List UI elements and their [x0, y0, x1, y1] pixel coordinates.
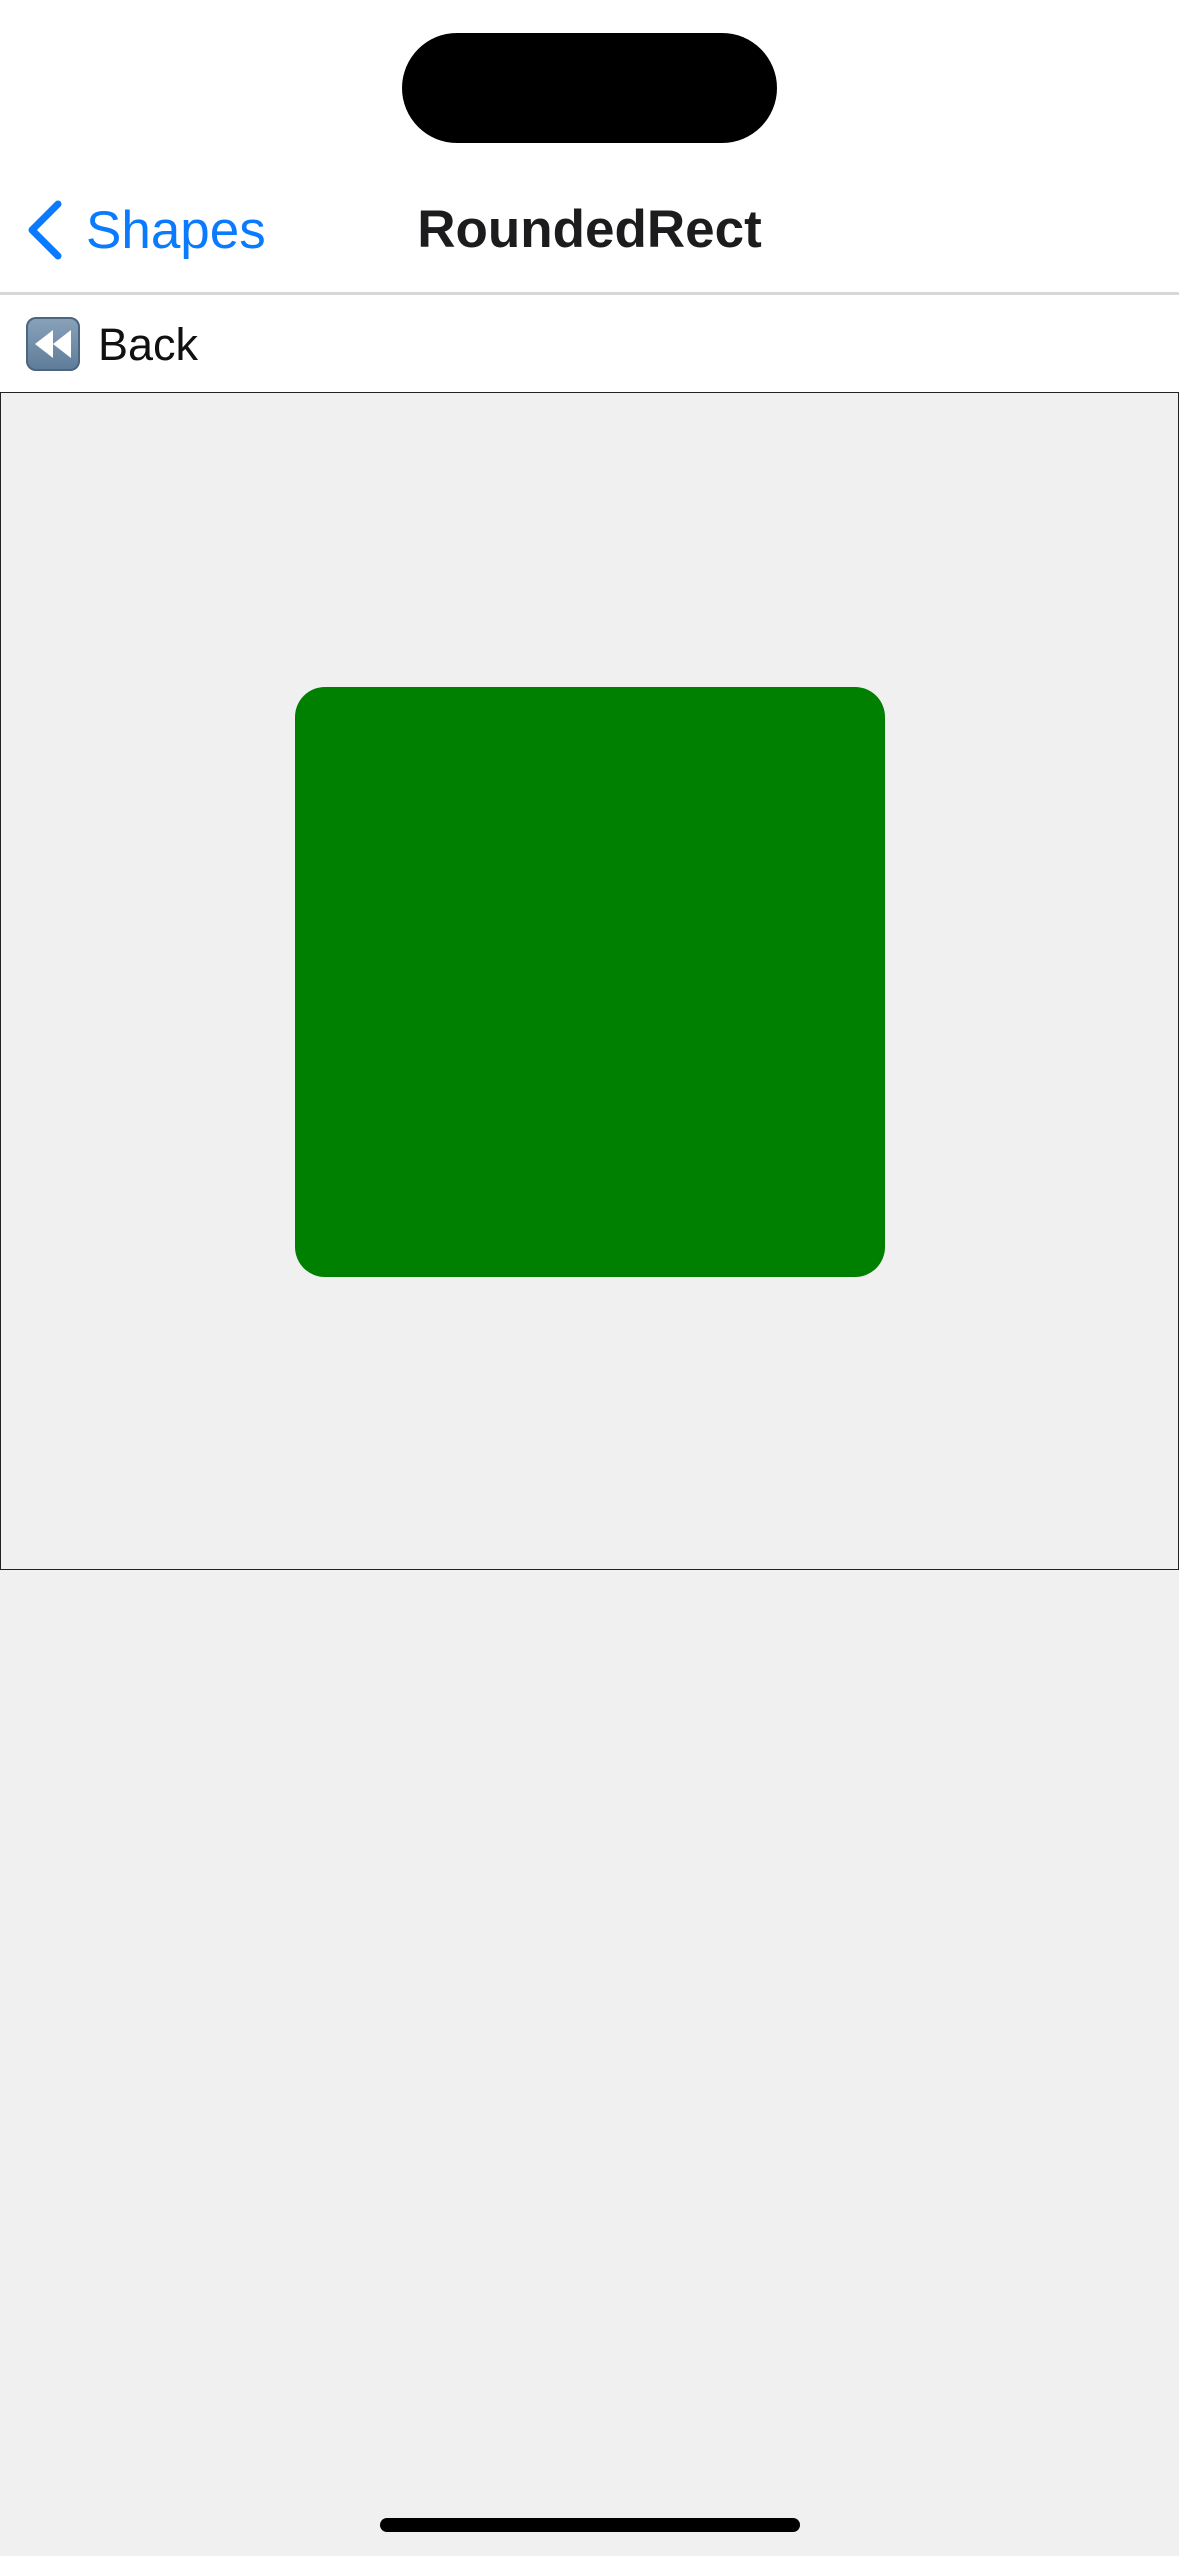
rewind-icon — [26, 317, 80, 371]
dynamic-island — [402, 33, 777, 143]
status-and-nav-area: Shapes RoundedRect — [0, 0, 1179, 292]
page-title: RoundedRect — [417, 200, 762, 259]
back-button-label: Back — [98, 318, 199, 370]
rounded-rect-shape — [295, 687, 885, 1277]
home-indicator[interactable] — [380, 2518, 800, 2532]
navigation-bar: Shapes RoundedRect — [0, 170, 1179, 290]
toolbar: Back — [0, 295, 1179, 392]
shape-canvas — [0, 392, 1179, 1570]
back-button[interactable]: Back — [26, 317, 198, 371]
